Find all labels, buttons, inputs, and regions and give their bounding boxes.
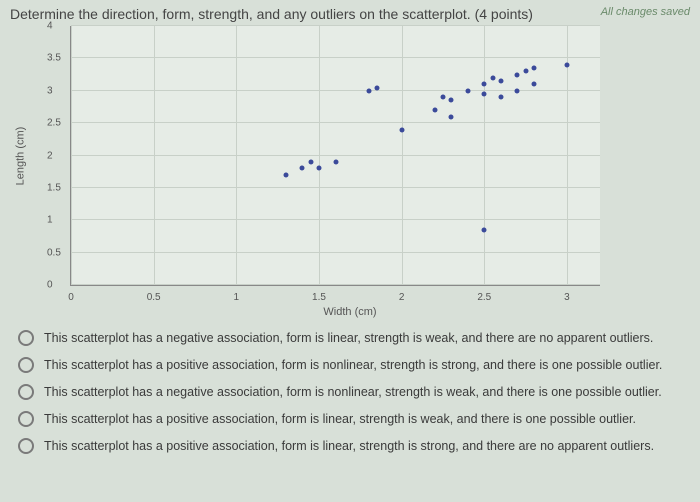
data-point [432, 108, 437, 113]
radio-icon [18, 384, 34, 400]
option-a[interactable]: This scatterplot has a negative associat… [18, 330, 682, 346]
answer-options: This scatterplot has a negative associat… [0, 316, 700, 471]
data-point [366, 88, 371, 93]
option-b[interactable]: This scatterplot has a positive associat… [18, 357, 682, 373]
scatterplot-chart: Length (cm) 00.511.522.5300.511.522.533.… [40, 26, 600, 316]
x-tick: 0.5 [147, 292, 161, 303]
option-e[interactable]: This scatterplot has a positive associat… [18, 438, 682, 454]
x-tick: 2 [399, 292, 405, 303]
data-point [490, 75, 495, 80]
data-point [515, 72, 520, 77]
data-point [283, 172, 288, 177]
data-point [482, 92, 487, 97]
radio-icon [18, 438, 34, 454]
data-point [515, 88, 520, 93]
data-point [440, 95, 445, 100]
option-text: This scatterplot has a positive associat… [44, 412, 636, 426]
option-text: This scatterplot has a positive associat… [44, 439, 654, 453]
radio-icon [18, 330, 34, 346]
data-point [482, 227, 487, 232]
data-point [531, 66, 536, 71]
data-point [374, 85, 379, 90]
y-tick: 3.5 [47, 53, 61, 64]
y-axis-label: Length (cm) [14, 127, 26, 186]
data-point [465, 88, 470, 93]
y-tick: 0.5 [47, 247, 61, 258]
question-text: Determine the direction, form, strength,… [10, 6, 533, 22]
data-point [523, 69, 528, 74]
data-point [333, 159, 338, 164]
x-tick: 2.5 [477, 292, 491, 303]
x-tick: 1.5 [312, 292, 326, 303]
data-point [498, 95, 503, 100]
data-point [498, 79, 503, 84]
y-tick: 1.5 [47, 182, 61, 193]
option-c[interactable]: This scatterplot has a negative associat… [18, 384, 682, 400]
option-text: This scatterplot has a negative associat… [44, 385, 662, 399]
save-status: All changes saved [601, 6, 690, 18]
y-tick: 3 [47, 85, 53, 96]
option-text: This scatterplot has a positive associat… [44, 358, 662, 372]
data-point [449, 98, 454, 103]
data-point [449, 114, 454, 119]
y-tick: 0 [47, 280, 53, 291]
data-point [399, 127, 404, 132]
option-text: This scatterplot has a negative associat… [44, 331, 653, 345]
data-point [564, 62, 569, 67]
data-point [316, 166, 321, 171]
y-tick: 2.5 [47, 118, 61, 129]
radio-icon [18, 357, 34, 373]
data-point [482, 82, 487, 87]
x-tick: 3 [564, 292, 570, 303]
x-tick: 0 [68, 292, 74, 303]
y-tick: 4 [47, 21, 53, 32]
data-point [308, 159, 313, 164]
y-tick: 2 [47, 150, 53, 161]
x-tick: 1 [234, 292, 240, 303]
data-point [300, 166, 305, 171]
y-tick: 1 [47, 215, 53, 226]
radio-icon [18, 411, 34, 427]
option-d[interactable]: This scatterplot has a positive associat… [18, 411, 682, 427]
x-axis-label: Width (cm) [70, 306, 630, 318]
data-point [531, 82, 536, 87]
